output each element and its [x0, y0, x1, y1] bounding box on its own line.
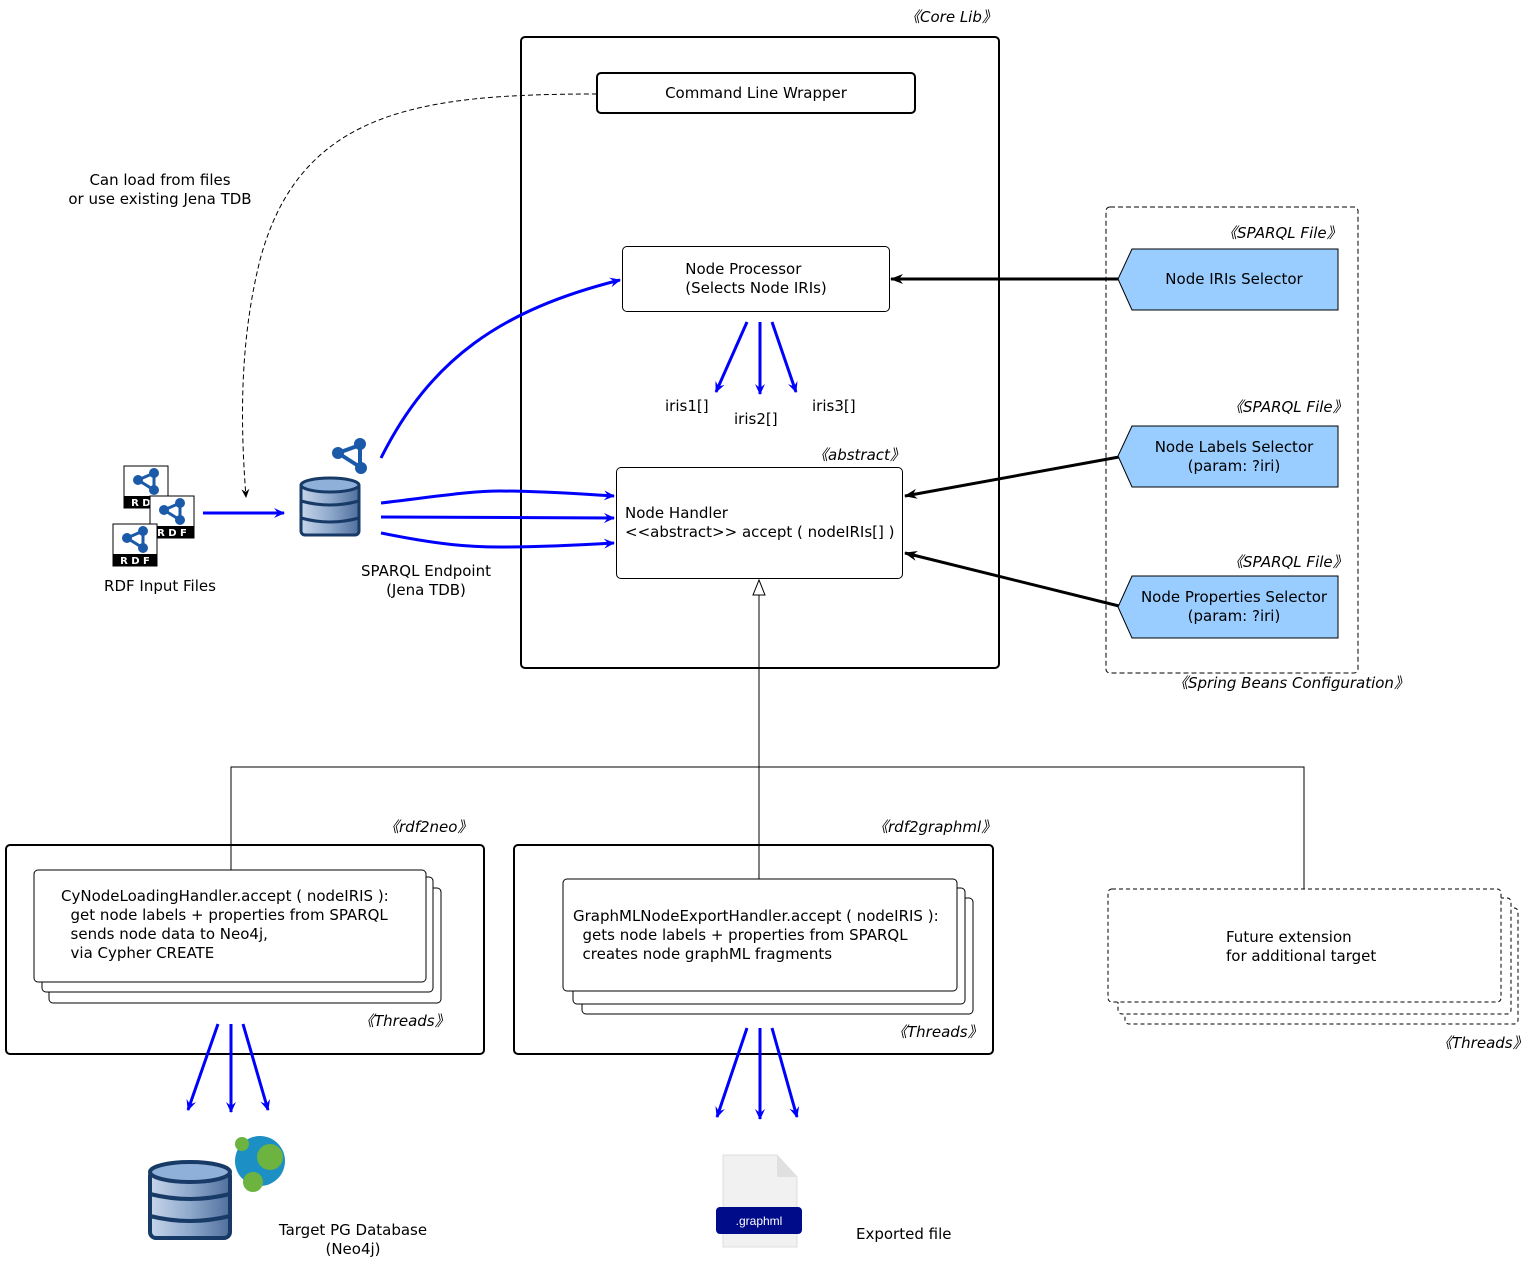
- neo4j-db-icon: [148, 1160, 232, 1240]
- node-properties-selector-label: Node Properties Selector (param: ?iri): [1140, 588, 1328, 625]
- neo4j-logo-icon: [235, 1136, 285, 1192]
- future-extension-label[interactable]: Future extension for additional target: [1226, 928, 1376, 966]
- node-labels-selector[interactable]: Node Labels Selector (param: ?iri): [1118, 426, 1338, 487]
- iris2-label: iris2[]: [734, 410, 778, 428]
- node-labels-selector-label: Node Labels Selector (param: ?iri): [1154, 437, 1314, 475]
- sparql-endpoint-label: SPARQL Endpoint (Jena TDB): [361, 562, 491, 599]
- svg-text:R D F: R D F: [120, 556, 150, 567]
- sparql-logo-icon: [332, 438, 367, 474]
- node-iris-selector[interactable]: Node IRIs Selector: [1118, 249, 1338, 310]
- load-annotation: Can load from files or use existing Jena…: [68, 171, 252, 208]
- threads-stereotype-neo: 《Threads》: [359, 1012, 450, 1030]
- sparql-file-stereotype-3: 《SPARQL File》: [1228, 553, 1348, 571]
- abstract-stereotype: 《abstract》: [813, 446, 905, 464]
- graphml-output-arrow-1: [715, 1027, 749, 1118]
- node-iris-selector-label: Node IRIs Selector: [1165, 270, 1303, 288]
- core-lib-stereotype: 《Core Lib》: [905, 8, 997, 26]
- sparql-file-stereotype-1: 《SPARQL File》: [1222, 224, 1342, 242]
- graphml-handler-label[interactable]: GraphMLNodeExportHandler.accept ( nodeIR…: [573, 907, 939, 964]
- neo-handler-label[interactable]: CyNodeLoadingHandler.accept ( nodeIRIS )…: [61, 887, 389, 963]
- node-handler-box[interactable]: Node Handler <<abstract>> accept ( nodeI…: [616, 467, 903, 579]
- svg-text:R D F: R D F: [157, 528, 187, 539]
- target-pg-database-label: Target PG Database (Neo4j): [278, 1221, 428, 1258]
- graphml-badge: .graphml: [716, 1207, 802, 1234]
- properties-selector-arrow: [904, 551, 1120, 608]
- iris1-label: iris1[]: [665, 397, 709, 415]
- labels-selector-arrow: [904, 455, 1120, 499]
- processor-to-iris1-arrow: [714, 321, 749, 393]
- endpoint-to-handler-arrow-3: [380, 531, 615, 549]
- graphml-output-arrow-3: [770, 1027, 800, 1118]
- endpoint-to-handler-arrow-1: [380, 489, 615, 505]
- sparql-endpoint-db-icon: [299, 476, 361, 537]
- endpoint-to-handler-arrow-2: [380, 512, 615, 523]
- processor-to-iris3-arrow: [770, 321, 798, 393]
- rdf2neo-stereotype: 《rdf2neo》: [384, 818, 473, 836]
- inheritance-triangle: [752, 578, 766, 596]
- node-handler-label: Node Handler <<abstract>> accept ( nodeI…: [625, 504, 895, 541]
- node-processor-label: Node Processor (Selects Node IRIs): [685, 260, 827, 297]
- rdf-file-icon-3: R D F: [112, 523, 158, 567]
- node-processor-box[interactable]: Node Processor (Selects Node IRIs): [622, 246, 890, 312]
- command-line-wrapper-box[interactable]: Command Line Wrapper: [596, 72, 916, 114]
- sparql-file-stereotype-2: 《SPARQL File》: [1228, 398, 1348, 416]
- endpoint-to-processor-arrow: [379, 277, 621, 459]
- neo-output-arrow-1: [186, 1023, 220, 1111]
- command-line-wrapper-label: Command Line Wrapper: [665, 83, 847, 102]
- threads-stereotype-graphml: 《Threads》: [892, 1023, 983, 1041]
- iris3-label: iris3[]: [812, 397, 856, 415]
- exported-file-label: Exported file: [856, 1225, 952, 1243]
- node-properties-selector[interactable]: Node Properties Selector (param: ?iri): [1118, 576, 1338, 638]
- cli-load-curve: [241, 93, 598, 498]
- rdf2graphml-stereotype: 《rdf2graphml》: [873, 818, 997, 836]
- rdf-input-files-label: RDF Input Files: [104, 577, 216, 595]
- spring-beans-stereotype: 《Spring Beans Configuration》: [1173, 674, 1409, 692]
- neo-output-arrow-3: [241, 1023, 271, 1111]
- threads-stereotype-future: 《Threads》: [1437, 1034, 1528, 1052]
